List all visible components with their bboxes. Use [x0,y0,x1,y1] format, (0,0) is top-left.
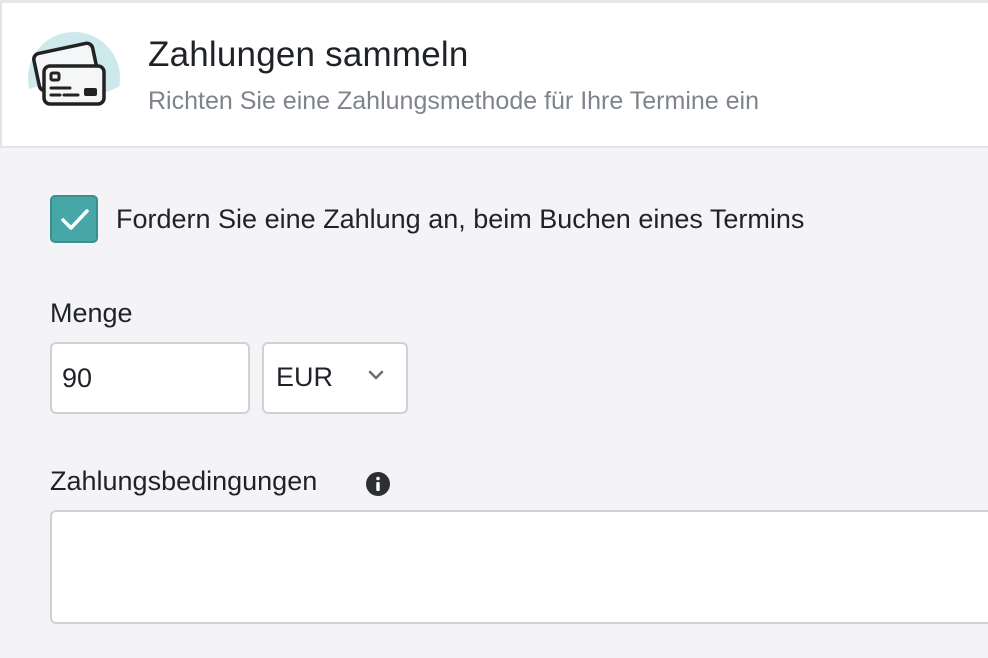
payment-required-checkbox[interactable] [50,195,98,243]
credit-cards-icon [26,30,122,126]
page-subtitle: Richten Sie eine Zahlungsmethode für Ihr… [148,87,759,115]
payment-required-label[interactable]: Fordern Sie eine Zahlung an, beim Buchen… [116,204,804,235]
page-title: Zahlungen sammeln [148,35,469,74]
currency-select[interactable]: EUR [262,342,408,414]
info-icon[interactable] [366,472,390,496]
amount-label: Menge [50,298,133,328]
section-header: Zahlungen sammeln Richten Sie eine Zahlu… [0,3,988,148]
chevron-down-icon [368,370,384,380]
terms-textarea[interactable] [50,510,988,624]
checkmark-icon [61,209,89,230]
amount-input[interactable]: 90 [50,342,250,414]
currency-value: EUR [276,362,334,392]
terms-label: Zahlungsbedingungen [50,466,318,496]
